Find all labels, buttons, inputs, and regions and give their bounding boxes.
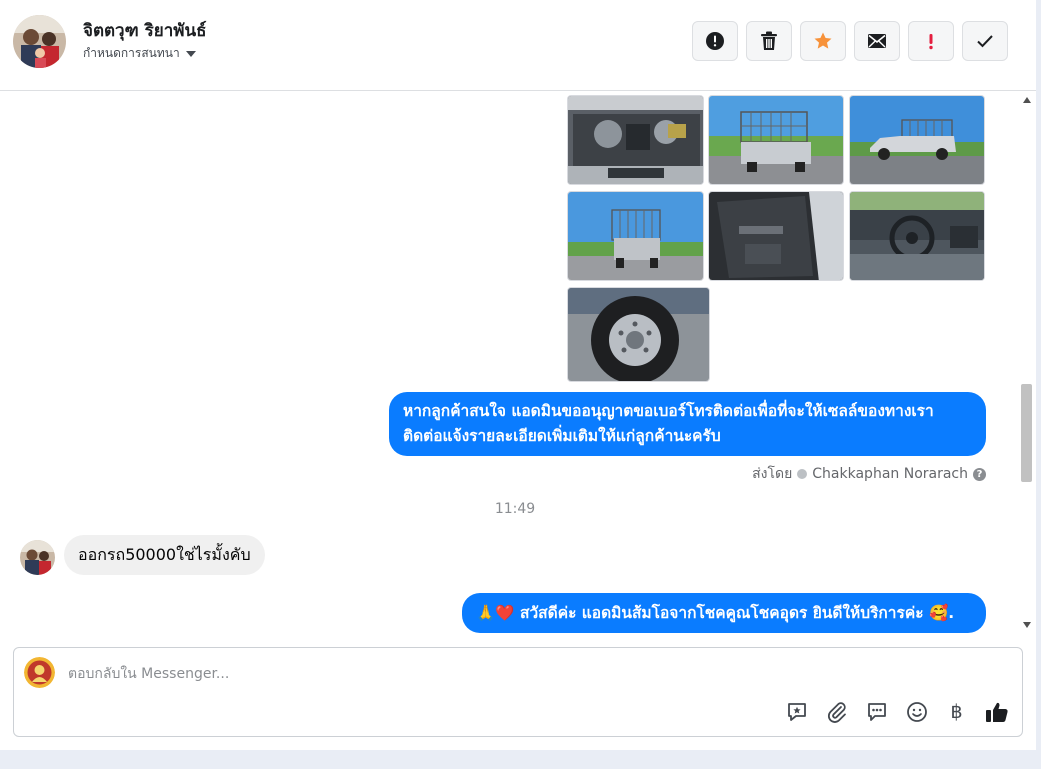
chat-bubbles-button[interactable] (863, 698, 890, 725)
message-scrollbar[interactable] (1018, 91, 1036, 636)
message-text-line: ติดต่อแจ้งรายละเอียดเพิ่มเติมให้แก่ลูกค้… (403, 427, 721, 445)
photo-engine-bay[interactable] (567, 95, 704, 185)
photo-truck-rear-cage[interactable] (708, 95, 844, 185)
attachment-button[interactable] (823, 698, 850, 725)
help-icon[interactable]: ? (973, 467, 986, 481)
chat-bubbles-icon (867, 702, 886, 721)
sender-avatar-icon (797, 469, 808, 479)
like-button[interactable] (983, 698, 1010, 725)
photo-dashboard[interactable] (849, 191, 985, 281)
scroll-up-arrow-icon[interactable] (1023, 97, 1031, 103)
sent-by-name[interactable]: Chakkaphan Norarach (812, 466, 968, 482)
message-text: สวัสดีค่ะ แอดมินส้มโอจากโชคคูณโชคอุดร ยิ… (520, 604, 924, 622)
conversation-header: จิตตวุฑ ริยาพันธ์ กำหนดการสนทนา (0, 0, 1036, 91)
photo-wheel[interactable] (567, 287, 710, 382)
saved-reply-button[interactable] (783, 698, 810, 725)
payment-button[interactable]: ฿ (943, 698, 970, 725)
follow-up-button[interactable] (908, 21, 954, 61)
timestamp-separator: 11:49 (494, 501, 536, 517)
outgoing-message-bubble[interactable]: หากลูกค้าสนใจ แอดมินขออนุญาตขอเบอร์โทรติ… (389, 392, 986, 456)
star-icon (814, 32, 832, 49)
conversation-settings-label: กำหนดการสนทนา (83, 46, 180, 60)
message-text-line: หากลูกค้าสนใจ แอดมินขออนุญาตขอเบอร์โทรติ… (403, 402, 934, 420)
emoji-suffix: 🥰. (928, 604, 955, 622)
sent-by-label: ส่งโดย (752, 466, 793, 482)
mark-done-button[interactable] (962, 21, 1008, 61)
payment-icon: ฿ (950, 700, 963, 723)
emoji-icon (906, 701, 927, 722)
photo-door-interior[interactable] (708, 191, 844, 281)
alert-circle-icon (706, 32, 724, 50)
messenger-panel: จิตตวุฑ ริยาพันธ์ กำหนดการสนทนา หากลูกค้… (0, 0, 1036, 750)
mark-unread-button[interactable] (854, 21, 900, 61)
saved-reply-icon (787, 702, 806, 721)
reply-input[interactable] (68, 662, 948, 686)
outgoing-message-bubble[interactable]: 🙏❤️ สวัสดีค่ะ แอดมินส้มโอจากโชคคูณโชคอุด… (462, 593, 986, 633)
thumbs-up-icon (985, 702, 1008, 722)
reply-composer: ฿ (13, 647, 1023, 737)
photo-truck-rear-road[interactable] (567, 191, 704, 281)
photo-truck-side[interactable] (849, 95, 985, 185)
emoji-prefix: 🙏❤️ (476, 604, 515, 622)
contact-avatar[interactable] (13, 15, 66, 68)
exclamation-icon (929, 34, 933, 50)
incoming-message-bubble[interactable]: ออกรถ50000ใช่ไรมั้งคับ (64, 535, 265, 575)
scrollbar-thumb[interactable] (1021, 384, 1032, 482)
scroll-down-arrow-icon[interactable] (1023, 622, 1031, 628)
checkmark-icon (977, 35, 993, 48)
sent-by-info: ส่งโดย Chakkaphan Norarach ? (752, 463, 986, 485)
sender-avatar[interactable] (20, 540, 55, 575)
star-button[interactable] (800, 21, 846, 61)
envelope-icon (868, 34, 886, 48)
emoji-button[interactable] (903, 698, 930, 725)
delete-button[interactable] (746, 21, 792, 61)
page-avatar (24, 657, 55, 688)
contact-name: จิตตวุฑ ริยาพันธ์ (83, 21, 207, 41)
caret-down-icon (185, 51, 196, 57)
trash-icon (761, 31, 777, 50)
report-spam-button[interactable] (692, 21, 738, 61)
composer-toolbar: ฿ (783, 698, 1010, 725)
conversation-actions (692, 21, 1008, 61)
conversation-settings-dropdown[interactable]: กำหนดการสนทนา (83, 44, 196, 63)
attachment-icon (827, 701, 846, 723)
